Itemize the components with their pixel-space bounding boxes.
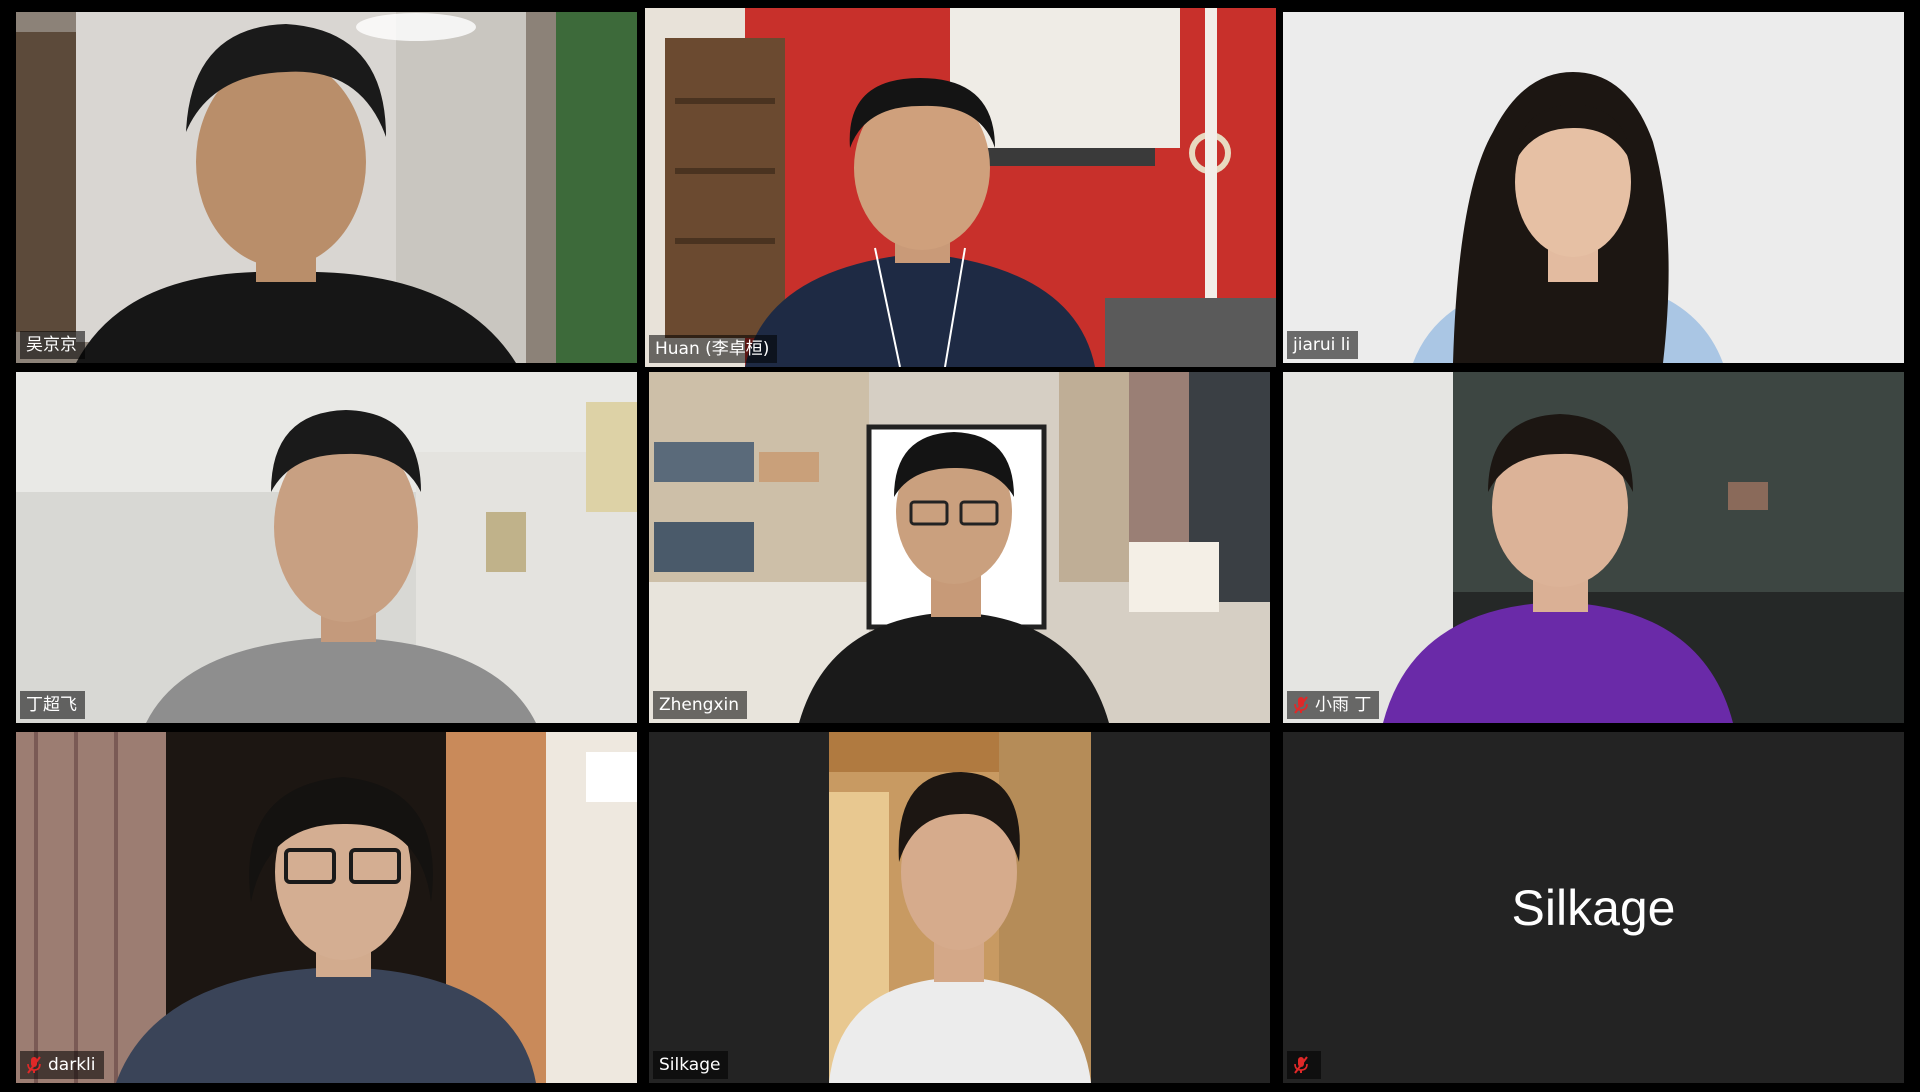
mic-muted-icon xyxy=(1294,1056,1308,1074)
participant-name-label: Huan (李卓桓) xyxy=(649,335,778,363)
participant-tile[interactable]: darkli xyxy=(16,732,637,1083)
participant-name: 吴京京 xyxy=(26,335,77,355)
participant-tile-active-speaker[interactable]: Huan (李卓桓) xyxy=(645,8,1276,367)
participant-video xyxy=(645,8,1276,367)
participant-name-label: darkli xyxy=(20,1051,104,1079)
participant-name: Silkage xyxy=(659,1055,721,1075)
participant-tile-video-off[interactable]: Silkage xyxy=(1283,732,1904,1083)
gallery-view: 吴京京 Huan (李卓桓) jiarui li 丁超飞 Zhengxin 小雨… xyxy=(0,0,1920,1092)
participant-name: 小雨 丁 xyxy=(1315,695,1372,715)
participant-tile[interactable]: Zhengxin xyxy=(649,372,1270,723)
participant-name-label: jiarui li xyxy=(1287,331,1359,359)
participant-name-label: 小雨 丁 xyxy=(1287,691,1380,719)
mic-muted-icon xyxy=(1294,696,1308,714)
participant-video xyxy=(16,372,637,723)
participant-name: Zhengxin xyxy=(659,695,740,715)
participant-video xyxy=(649,372,1270,723)
participant-name-label: 丁超飞 xyxy=(20,691,85,719)
participant-tile[interactable]: jiarui li xyxy=(1283,12,1904,363)
mic-muted-icon xyxy=(27,1056,41,1074)
participant-tile[interactable]: 吴京京 xyxy=(16,12,637,363)
participant-name-label: Zhengxin xyxy=(653,691,748,719)
participant-name: 丁超飞 xyxy=(26,695,77,715)
participant-name-label xyxy=(1287,1051,1321,1079)
participant-display-name: Silkage xyxy=(1511,879,1676,936)
participant-video xyxy=(16,12,637,363)
participant-name: darkli xyxy=(48,1055,96,1075)
participant-name-label: Silkage xyxy=(653,1051,729,1079)
participant-video xyxy=(649,732,1270,1083)
participant-video xyxy=(1283,372,1904,723)
participant-video xyxy=(1283,12,1904,363)
participant-tile[interactable]: Silkage xyxy=(649,732,1270,1083)
participant-tile[interactable]: 丁超飞 xyxy=(16,372,637,723)
participant-name: jiarui li xyxy=(1293,335,1351,355)
participant-tile[interactable]: 小雨 丁 xyxy=(1283,372,1904,723)
participant-video xyxy=(16,732,637,1083)
participant-name: Huan (李卓桓) xyxy=(655,339,770,359)
participant-name-label: 吴京京 xyxy=(20,331,85,359)
